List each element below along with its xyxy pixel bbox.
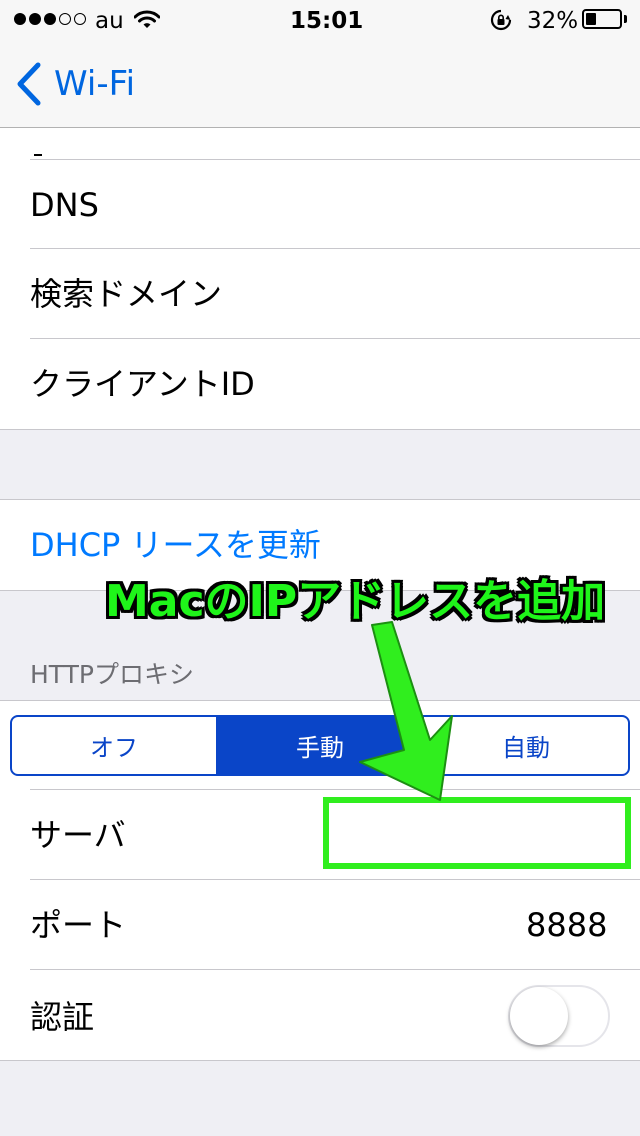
toggle-knob xyxy=(510,987,568,1045)
battery-icon xyxy=(582,9,622,29)
auth-toggle[interactable] xyxy=(508,985,610,1047)
port-label: ポート xyxy=(30,906,127,944)
proxy-mode-segmented-control: オフ 手動 自動 xyxy=(10,715,630,776)
clipped-row-fragment xyxy=(34,154,42,156)
carrier-label: au xyxy=(95,8,124,34)
row-separator xyxy=(30,789,640,790)
rotation-lock-icon xyxy=(490,9,512,31)
clock: 15:01 xyxy=(290,8,364,34)
wifi-icon xyxy=(134,10,160,28)
row-separator xyxy=(30,969,640,970)
search-domain-row[interactable]: 検索ドメイン xyxy=(30,275,222,313)
dns-row[interactable]: DNS xyxy=(30,186,99,224)
renew-lease-button[interactable]: DHCP リースを更新 xyxy=(30,526,321,564)
segment-manual[interactable]: 手動 xyxy=(218,717,424,774)
signal-strength-icon xyxy=(14,13,86,25)
battery-cap xyxy=(624,15,627,23)
back-button[interactable]: Wi-Fi xyxy=(54,64,135,104)
row-separator xyxy=(30,879,640,880)
port-input[interactable]: 8888 xyxy=(526,906,607,944)
row-separator xyxy=(30,338,640,339)
row-separator xyxy=(30,248,640,249)
server-label: サーバ xyxy=(30,816,126,854)
auth-label: 認証 xyxy=(30,998,95,1036)
http-proxy-header: HTTPプロキシ xyxy=(30,660,194,689)
row-separator xyxy=(30,159,640,160)
battery-percent: 32% xyxy=(527,8,579,34)
annotation-text: MacのIPアドレスを追加 xyxy=(105,576,606,627)
segment-off[interactable]: オフ xyxy=(12,717,218,774)
chevron-left-icon[interactable] xyxy=(16,62,42,106)
server-input[interactable] xyxy=(323,797,631,869)
segment-auto[interactable]: 自動 xyxy=(424,717,628,774)
client-id-row[interactable]: クライアントID xyxy=(30,365,255,403)
